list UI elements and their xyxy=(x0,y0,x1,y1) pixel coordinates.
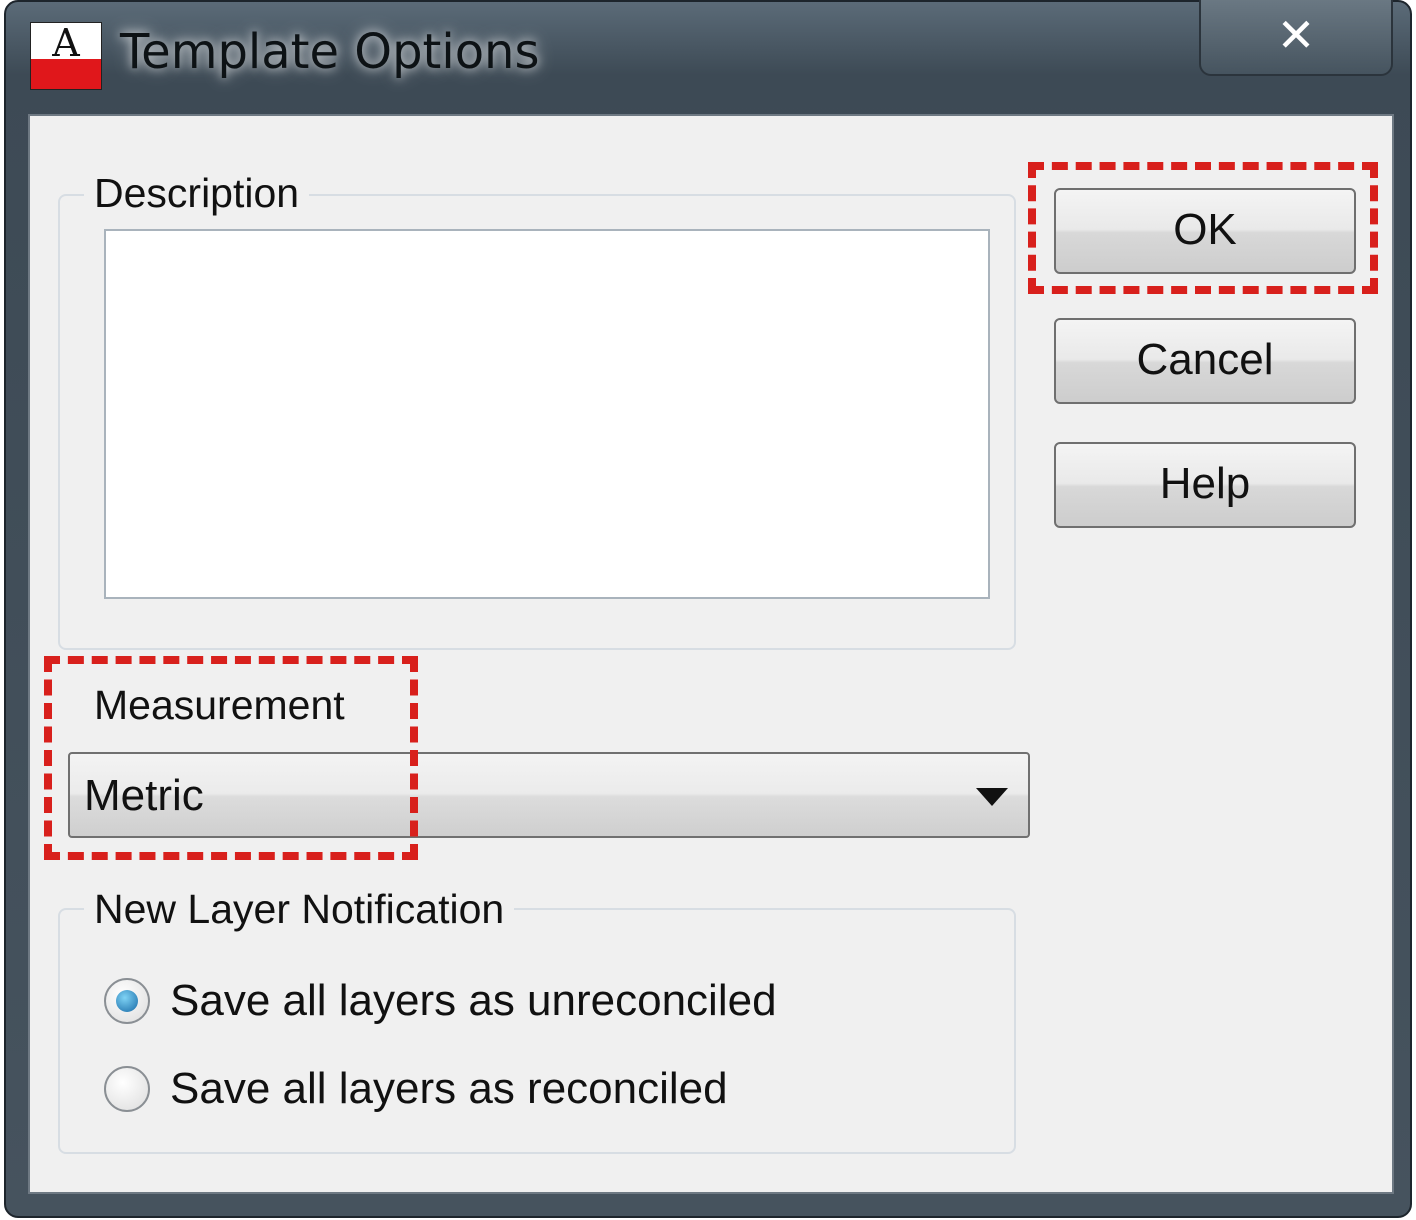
description-label: Description xyxy=(84,168,310,218)
dialog-client-area: Description OK Cancel Help Measurement M… xyxy=(28,114,1394,1194)
radio-label-unreconciled: Save all layers as unreconciled xyxy=(170,976,777,1025)
help-button[interactable]: Help xyxy=(1054,442,1356,528)
app-icon-letter: A xyxy=(52,21,80,65)
measurement-highlight xyxy=(44,656,418,860)
description-textarea[interactable] xyxy=(104,229,990,599)
template-options-dialog: A Template Options ✕ Description OK Canc… xyxy=(4,0,1412,1218)
ok-button-highlight xyxy=(1028,162,1378,294)
autocad-app-icon: A xyxy=(30,22,102,90)
chevron-down-icon xyxy=(976,788,1008,806)
window-title: Template Options xyxy=(120,24,540,80)
radio-label-reconciled: Save all layers as reconciled xyxy=(170,1064,728,1113)
title-bar[interactable]: A Template Options ✕ xyxy=(6,0,1410,110)
new-layer-notification-groupbox xyxy=(58,908,1016,1154)
radio-button-unselected[interactable] xyxy=(104,1066,150,1112)
close-button[interactable]: ✕ xyxy=(1199,0,1393,76)
cancel-button[interactable]: Cancel xyxy=(1054,318,1356,404)
radio-button-selected[interactable] xyxy=(104,978,150,1024)
close-icon: ✕ xyxy=(1276,8,1316,62)
radio-dot xyxy=(116,990,138,1012)
new-layer-notification-label: New Layer Notification xyxy=(84,884,515,934)
